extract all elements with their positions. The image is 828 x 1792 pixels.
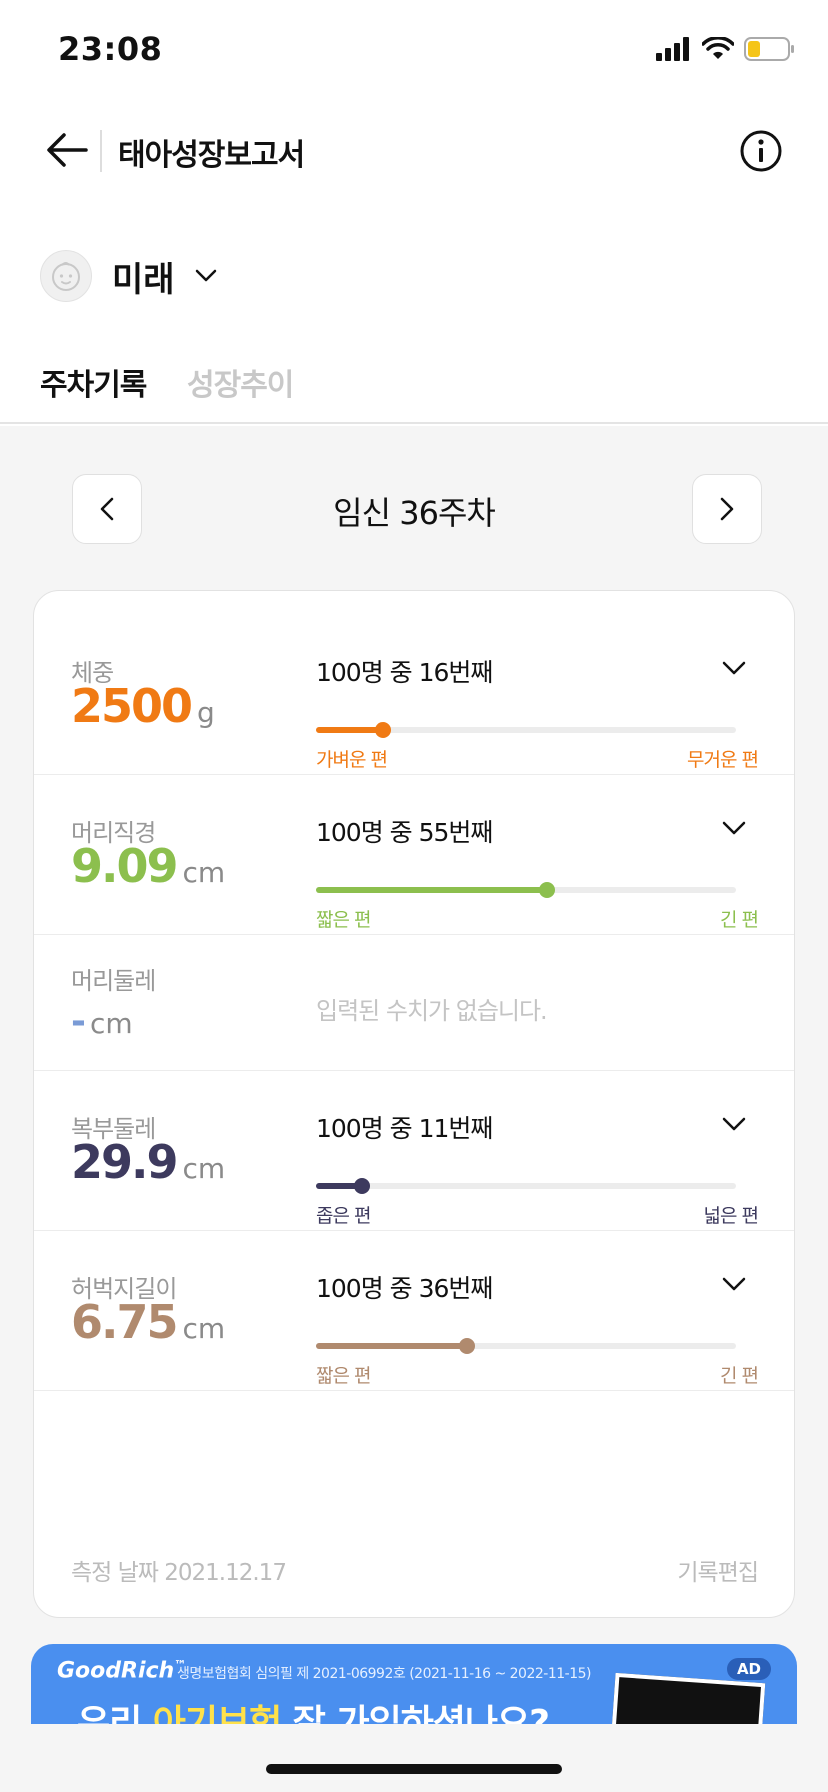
info-icon xyxy=(740,130,782,172)
wifi-icon xyxy=(702,37,734,59)
percentile-track xyxy=(316,1338,736,1354)
ad-ultrasound-image xyxy=(610,1672,766,1724)
measurement-date: 측정 날짜 2021.12.17 xyxy=(71,1560,287,1586)
percentile-rank: 100명 중 55번째 xyxy=(316,818,493,847)
week-navigator: 임신 36주차 xyxy=(0,474,828,544)
percentile-track xyxy=(316,1178,736,1194)
ad-banner[interactable]: GoodRich™ 생명보험협회 심의필 제 2021-06992호 (2021… xyxy=(31,1644,797,1724)
signal-icon xyxy=(656,37,689,61)
percentile-fill xyxy=(316,887,547,893)
measurement-number: - xyxy=(71,1001,86,1042)
chevron-down-icon[interactable] xyxy=(722,1117,746,1131)
ad-headline-highlight: 아기보험 xyxy=(152,1703,282,1724)
percentile-track xyxy=(316,722,736,738)
status-icons xyxy=(656,36,796,62)
chevron-down-icon[interactable] xyxy=(722,1277,746,1291)
baby-face-icon xyxy=(52,262,80,291)
measurement-unit: cm xyxy=(182,856,226,889)
scale-high-label: 긴 편 xyxy=(720,1365,759,1387)
percentile-track xyxy=(316,882,736,898)
profile-name: 미래 xyxy=(112,259,175,300)
measurement-number: 6.75 xyxy=(71,1295,178,1349)
header-divider xyxy=(100,130,102,172)
empty-value-message: 입력된 수치가 없습니다. xyxy=(316,997,548,1025)
chevron-down-icon xyxy=(195,269,216,282)
tab-weekly-record[interactable]: 주차기록 xyxy=(40,360,147,434)
measurement-unit: cm xyxy=(89,1007,133,1040)
ad-brand-logo: GoodRich™ xyxy=(57,1658,186,1683)
measurement-number: 29.9 xyxy=(71,1135,178,1189)
battery-icon xyxy=(744,37,794,61)
status-time: 23:08 xyxy=(58,30,163,68)
percentile-fill xyxy=(316,727,384,733)
measurement-number: 2500 xyxy=(71,679,193,733)
tab-growth-trend[interactable]: 성장추이 xyxy=(187,360,294,430)
chevron-down-icon[interactable] xyxy=(722,821,746,835)
ad-headline-pre: 우리 xyxy=(77,1703,153,1724)
measurement-value: 9.09 cm xyxy=(71,839,225,893)
info-button[interactable] xyxy=(738,128,784,174)
scale-high-label: 넓은 편 xyxy=(703,1205,759,1227)
status-bar: 23:08 xyxy=(0,0,828,100)
measurement-unit: g xyxy=(197,696,215,729)
measurement-unit: cm xyxy=(182,1152,226,1185)
avatar xyxy=(40,250,92,302)
scale-low-label: 짧은 편 xyxy=(316,1365,371,1387)
main-content: 임신 36주차 체중 2500 g 100명 중 16번째 가벼운 편 무거운 편 xyxy=(0,426,828,1792)
measurement-value: 6.75 cm xyxy=(71,1295,225,1349)
card-footer: 측정 날짜 2021.12.17 기록편집 xyxy=(34,1511,794,1617)
chevron-down-icon[interactable] xyxy=(722,661,746,675)
scale-low-label: 가벼운 편 xyxy=(316,749,388,771)
measurement-row-head-circumference: 머리둘레 - cm 입력된 수치가 없습니다. xyxy=(34,935,794,1071)
percentile-fill xyxy=(316,1343,468,1349)
measurement-row-abdominal-circumference: 복부둘레 29.9 cm 100명 중 11번째 좁은 편 넓은 편 xyxy=(34,1071,794,1231)
header: 태아성장보고서 xyxy=(0,110,828,190)
chevron-right-icon xyxy=(720,497,734,521)
ad-badge: AD xyxy=(726,1658,771,1680)
measurement-value: - cm xyxy=(71,1001,133,1042)
ad-brand-text: GoodRich xyxy=(57,1658,175,1684)
tab-bar: 주차기록 성장추이 xyxy=(0,352,828,434)
measurement-value: 2500 g xyxy=(71,679,215,733)
baby-profile-selector[interactable]: 미래 xyxy=(40,246,217,306)
measurement-label: 머리둘레 xyxy=(71,967,156,995)
home-indicator xyxy=(266,1764,562,1774)
measurement-card: 체중 2500 g 100명 중 16번째 가벼운 편 무거운 편 머리직경 9.… xyxy=(33,590,795,1618)
page-title: 태아성장보고서 xyxy=(118,138,305,173)
measurement-row-femur-length: 허벅지길이 6.75 cm 100명 중 36번째 짧은 편 긴 편 xyxy=(34,1231,794,1391)
back-arrow-icon xyxy=(47,133,88,167)
percentile-knob xyxy=(539,882,555,898)
scale-high-label: 무거운 편 xyxy=(687,749,759,771)
percentile-rank: 100명 중 36번째 xyxy=(316,1274,493,1303)
scale-low-label: 짧은 편 xyxy=(316,909,371,931)
measurement-row-weight: 체중 2500 g 100명 중 16번째 가벼운 편 무거운 편 xyxy=(34,591,794,775)
percentile-knob xyxy=(354,1178,371,1194)
scale-high-label: 긴 편 xyxy=(720,909,759,931)
percentile-rank: 100명 중 16번째 xyxy=(316,658,493,687)
measurement-value: 29.9 cm xyxy=(71,1135,225,1189)
back-button[interactable] xyxy=(42,128,92,172)
ad-headline: 우리 아기보험 잘 가입하셨나요? xyxy=(77,1694,550,1724)
percentile-rank: 100명 중 11번째 xyxy=(316,1114,493,1143)
percentile-knob xyxy=(375,722,392,738)
scale-low-label: 좁은 편 xyxy=(316,1205,371,1227)
measurement-row-head-diameter: 머리직경 9.09 cm 100명 중 55번째 짧은 편 긴 편 xyxy=(34,775,794,935)
measurement-unit: cm xyxy=(182,1312,226,1345)
measurement-number: 9.09 xyxy=(71,839,178,893)
edit-record-link[interactable]: 기록편집 xyxy=(677,1553,759,1587)
percentile-knob xyxy=(459,1338,476,1354)
next-week-button[interactable] xyxy=(692,474,762,544)
ad-notice: 생명보험협회 심의필 제 2021-06992호 (2021-11-16 ~ 2… xyxy=(177,1666,591,1682)
ad-headline-post: 잘 가입하셨나요? xyxy=(281,1703,550,1724)
